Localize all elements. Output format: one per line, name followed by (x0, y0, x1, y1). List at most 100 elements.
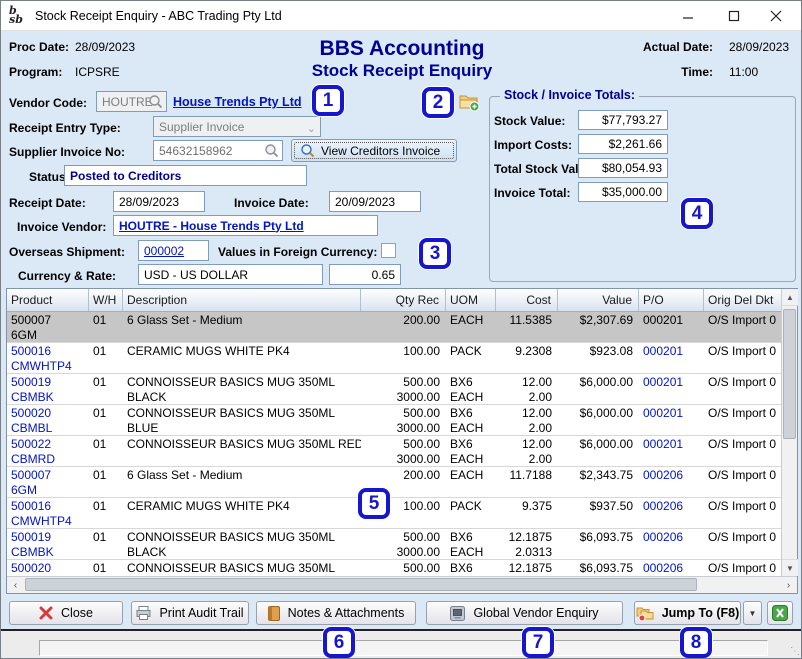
import-costs-value: $2,261.66 (609, 137, 662, 151)
table-row[interactable]: 500019CBMBK01CONNOISSEUR BASICS MUG 350M… (7, 374, 781, 405)
cell-line: $2,307.69 (562, 313, 633, 328)
scroll-right-icon[interactable]: › (780, 577, 797, 593)
jump-to-label: Jump To (F8) (662, 606, 740, 620)
table-row[interactable]: 5000076GM016 Glass Set - Medium200.00EAC… (7, 312, 781, 343)
cell-po[interactable]: 000201 (639, 374, 704, 404)
column-header-wh[interactable]: W/H (89, 289, 123, 311)
cell-line: 000206 (643, 530, 700, 545)
cell-wh: 01 (89, 560, 123, 576)
cell-po[interactable]: 000201 (639, 436, 704, 466)
callout-5: 5 (358, 488, 390, 519)
column-header-value[interactable]: Value (558, 289, 639, 311)
cell-line: CERAMIC MUGS WHITE PK4 (127, 344, 357, 359)
invoice-date-label: Invoice Date: (234, 196, 309, 210)
invoice-vendor-field: HOUTRE - House Trends Pty Ltd (113, 215, 378, 236)
cell-product[interactable]: 500016CMWHTP4 (7, 343, 89, 373)
global-vendor-enquiry-button[interactable]: Global Vendor Enquiry (426, 601, 623, 625)
cell-line: 000201 (643, 313, 700, 328)
column-header-description[interactable]: Description (123, 289, 361, 311)
cell-po[interactable]: 000206 (639, 498, 704, 528)
cell-line: EACH (450, 545, 492, 560)
table-row[interactable]: 500019CBMBK01CONNOISSEUR BASICS MUG 350M… (7, 529, 781, 560)
table-row[interactable]: 5000076GM016 Glass Set - Medium200.00EAC… (7, 467, 781, 498)
notes-attachments-button[interactable]: Notes & Attachments (256, 601, 416, 625)
cell-product[interactable]: 500022CBMRD (7, 436, 89, 466)
cell-line: 11.7188 (500, 468, 552, 483)
export-excel-button[interactable] (767, 601, 793, 625)
table-row[interactable]: 500016CMWHTP401CERAMIC MUGS WHITE PK4100… (7, 343, 781, 374)
overseas-shipment-field: 000002 (138, 240, 209, 261)
cell-desc: CERAMIC MUGS WHITE PK4 (123, 343, 361, 373)
vendor-search-icon[interactable] (148, 94, 163, 109)
scroll-down-icon[interactable]: ▼ (782, 559, 798, 576)
print-audit-trail-button[interactable]: Print Audit Trail (131, 601, 249, 625)
cell-desc: CONNOISSEUR BASICS MUG 350MLBLUE (123, 405, 361, 435)
table-row[interactable]: 50002001CONNOISSEUR BASICS MUG 350ML500.… (7, 560, 781, 576)
table-row[interactable]: 500020CBMBL01CONNOISSEUR BASICS MUG 350M… (7, 405, 781, 436)
cell-line: 2.00 (500, 390, 552, 405)
cell-product[interactable]: 500016CMWHTP4 (7, 498, 89, 528)
cell-po[interactable]: 000206 (639, 560, 704, 576)
resize-grip[interactable]: ⋱ (790, 647, 800, 657)
maximize-button[interactable] (713, 1, 755, 30)
vendor-name-link[interactable]: House Trends Pty Ltd (173, 95, 302, 109)
cell-desc: 6 Glass Set - Medium (123, 467, 361, 497)
cell-line: 200.00 (365, 468, 440, 483)
cell-product[interactable]: 500019CBMBK (7, 529, 89, 559)
table-row[interactable]: 500022CBMRD01CONNOISSEUR BASICS MUG 350M… (7, 436, 781, 467)
cell-po[interactable]: 000206 (639, 467, 704, 497)
column-header-product[interactable]: Product (7, 289, 89, 311)
vertical-scrollbar[interactable]: ▲ ▼ (781, 289, 797, 576)
rate-field: 0.65 (329, 264, 401, 285)
column-header-po[interactable]: P/O (639, 289, 704, 311)
vertical-scroll-thumb[interactable] (783, 309, 796, 439)
close-window-button[interactable] (755, 1, 797, 30)
cell-product[interactable]: 5000076GM (7, 312, 89, 342)
cell-line: 6 Glass Set - Medium (127, 468, 357, 483)
cell-product[interactable]: 5000076GM (7, 467, 89, 497)
chevron-down-icon: ⌄ (307, 122, 316, 135)
overseas-shipment-link[interactable]: 000002 (144, 244, 184, 258)
invoice-date-value: 20/09/2023 (335, 195, 395, 209)
column-header-orig-del-dkt[interactable]: Orig Del Dkt (704, 289, 781, 311)
cell-product[interactable]: 500020 (7, 560, 89, 576)
cell-line: 500.00 (365, 530, 440, 545)
cell-line: 3000.00 (365, 452, 440, 467)
cell-po[interactable]: 000201 (639, 312, 704, 342)
horizontal-scroll-thumb[interactable] (25, 578, 697, 591)
cell-line: $6,000.00 (562, 375, 633, 390)
cell-product[interactable]: 500020CBMBL (7, 405, 89, 435)
receipt-entry-type-label: Receipt Entry Type: (9, 121, 121, 135)
column-header-qty-rec[interactable]: Qty Rec (361, 289, 446, 311)
overseas-shipment-label: Overseas Shipment: (9, 245, 125, 259)
cell-po[interactable]: 000206 (639, 529, 704, 559)
cell-desc: CONNOISSEUR BASICS MUG 350MLBLACK (123, 529, 361, 559)
attachments-folder-add-icon[interactable] (458, 90, 480, 112)
receipt-entry-type-select[interactable]: Supplier Invoice ⌄ (153, 116, 321, 137)
excel-icon (772, 605, 788, 621)
cell-product[interactable]: 500019CBMBK (7, 374, 89, 404)
invoice-vendor-label: Invoice Vendor: (17, 220, 106, 234)
receipt-date-field: 28/09/2023 (113, 191, 205, 212)
scroll-left-icon[interactable]: ‹ (7, 577, 24, 593)
invoice-search-icon[interactable] (264, 143, 279, 158)
minimize-button[interactable] (667, 1, 709, 30)
scroll-up-icon[interactable]: ▲ (782, 289, 798, 306)
column-header-cost[interactable]: Cost (496, 289, 558, 311)
currency-value: USD - US DOLLAR (144, 268, 248, 282)
horizontal-scrollbar[interactable]: ‹ › (7, 576, 797, 593)
view-creditors-invoice-button[interactable]: View Creditors Invoice (291, 139, 457, 162)
receipt-date-value: 28/09/2023 (119, 195, 179, 209)
column-header-uom[interactable]: UOM (446, 289, 496, 311)
foreign-currency-checkbox[interactable] (381, 243, 396, 258)
cell-po[interactable]: 000201 (639, 405, 704, 435)
grid-header[interactable]: Product W/H Description Qty Rec UOM Cost… (7, 289, 781, 312)
cell-line: 12.00 (500, 375, 552, 390)
close-button[interactable]: Close (9, 601, 123, 625)
jump-to-button[interactable]: Jump To (F8) (634, 601, 741, 625)
table-row[interactable]: 500016CMWHTP401CERAMIC MUGS WHITE PK4100… (7, 498, 781, 529)
jump-to-dropdown-button[interactable]: ▼ (743, 601, 762, 625)
invoice-vendor-link[interactable]: HOUTRE - House Trends Pty Ltd (119, 219, 304, 233)
cell-po[interactable]: 000201 (639, 343, 704, 373)
cell-line: CBMRD (11, 452, 85, 467)
